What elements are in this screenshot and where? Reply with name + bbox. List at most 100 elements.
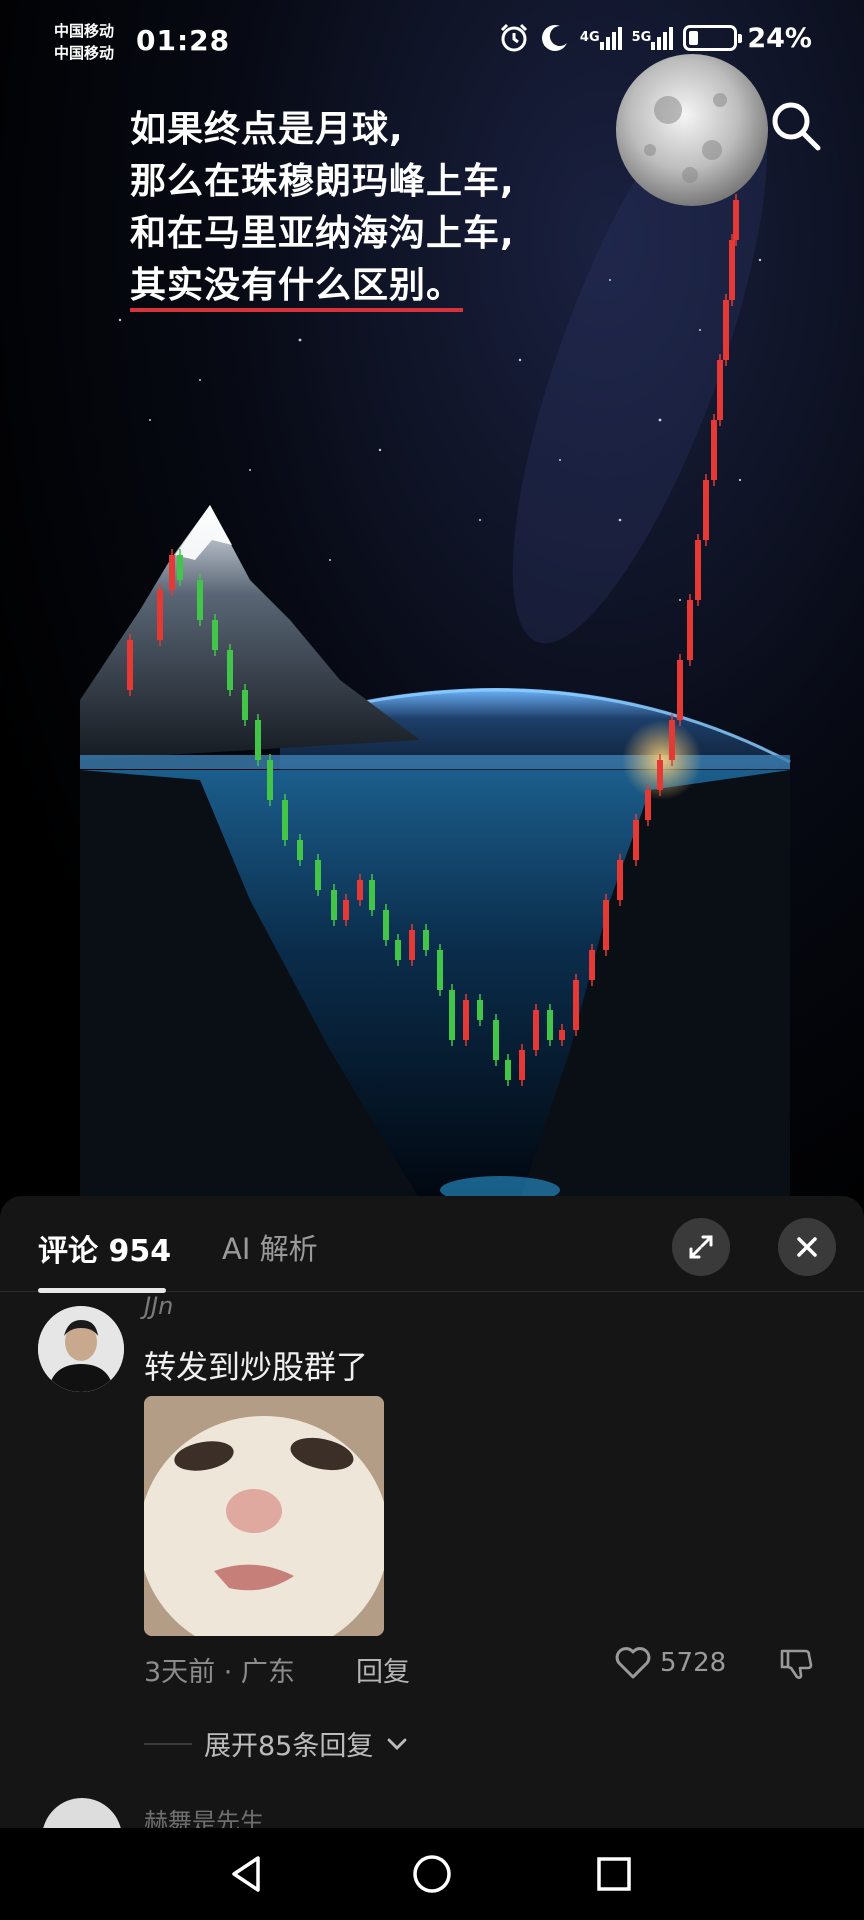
caption-line-4: 其实没有什么区别。: [130, 265, 464, 312]
candle-mark: [463, 1000, 469, 1040]
carrier-2: 中国移动: [54, 44, 115, 62]
home-icon: [413, 1855, 451, 1893]
carrier-1: 中国移动: [54, 22, 115, 40]
battery-icon: [683, 25, 743, 51]
candle-mark: [177, 555, 183, 580]
comment-image[interactable]: [144, 1396, 384, 1636]
search-icon: [772, 102, 821, 151]
candle-mark: [423, 930, 429, 950]
candle-mark: [717, 360, 723, 420]
candle-mark: [169, 555, 175, 590]
expand-replies-label: 展开85条回复: [204, 1731, 374, 1762]
candle-mark: [573, 980, 579, 1030]
candle-mark: [315, 860, 321, 890]
caption-line-2: 那么在珠穆朗玛峰上车,: [130, 161, 515, 202]
expand-replies-button[interactable]: 展开85条回复: [144, 1724, 409, 1763]
expand-icon: [689, 1235, 713, 1259]
dislike-button[interactable]: [778, 1646, 814, 1686]
candle-mark: [477, 1000, 483, 1020]
candle-mark: [703, 480, 709, 540]
candle-mark: [157, 590, 163, 640]
chevron-down-icon: [387, 1738, 407, 1750]
candle-mark: [633, 820, 639, 860]
candle-mark: [197, 580, 203, 620]
comment-username[interactable]: 赫舞是先生: [144, 1802, 264, 1828]
candle-mark: [383, 910, 389, 940]
candle-mark: [519, 1050, 525, 1080]
signal-icon-5g: 5G: [632, 26, 674, 50]
signal-icon: 4G: [580, 26, 622, 50]
thumbs-down-icon: [780, 1649, 813, 1679]
back-icon: [232, 1856, 260, 1892]
candle-mark: [677, 660, 683, 720]
caption-line-3: 和在马里亚纳海沟上车,: [130, 213, 515, 254]
close-icon: [797, 1237, 817, 1257]
candle-mark: [212, 620, 218, 650]
candle-mark: [357, 880, 363, 900]
candle-mark: [409, 930, 415, 960]
reply-button[interactable]: 回复: [356, 1650, 410, 1689]
candle-mark: [645, 790, 651, 820]
home-button[interactable]: [402, 1844, 462, 1904]
next-comment-item: 赫舞是先生: [0, 1798, 864, 1828]
comment-username[interactable]: JJn: [144, 1292, 173, 1320]
network-4g: 4G: [579, 30, 600, 45]
status-bar: 中国移动 中国移动 01:28 4G 5G 24%: [0, 0, 864, 80]
candle-mark: [282, 800, 288, 840]
candle-mark: [255, 720, 261, 760]
status-icons: 4G 5G 24%: [498, 22, 812, 54]
heart-icon: [615, 1647, 651, 1679]
navigation-bar: [0, 1828, 864, 1920]
caption-line-1: 如果终点是月球,: [130, 109, 404, 150]
poster-caption: 如果终点是月球, 那么在珠穆朗玛峰上车, 和在马里亚纳海沟上车, 其实没有什么区…: [130, 104, 515, 312]
candle-mark: [729, 240, 735, 300]
candle-mark: [657, 760, 663, 790]
candle-mark: [227, 650, 233, 690]
candle-mark: [687, 600, 693, 660]
candle-mark: [449, 990, 455, 1040]
back-button[interactable]: [218, 1844, 278, 1904]
carrier-labels: 中国移动 中国移动: [54, 20, 114, 64]
candle-mark: [617, 860, 623, 900]
candle-mark: [711, 420, 717, 480]
recent-apps-icon: [597, 1857, 631, 1891]
candle-mark: [267, 760, 273, 800]
candle-mark: [589, 950, 595, 980]
candle-mark: [493, 1020, 499, 1060]
moon-icon: [540, 23, 570, 53]
candle-mark: [331, 890, 337, 920]
clock: 01:28: [136, 24, 231, 57]
candle-mark: [395, 940, 401, 960]
avatar[interactable]: [38, 1306, 124, 1392]
candle-mark: [505, 1060, 511, 1080]
comment-time-location: 3天前 · 广东: [144, 1657, 295, 1688]
tab-ai-analysis[interactable]: AI 解析: [222, 1226, 318, 1268]
comment-text: 转发到炒股群了: [144, 1348, 369, 1386]
network-5g: 5G: [631, 30, 652, 45]
expand-button[interactable]: [672, 1218, 730, 1276]
candle-mark: [603, 900, 609, 950]
avatar[interactable]: [42, 1798, 122, 1828]
tab-comments[interactable]: 评论 954: [38, 1226, 171, 1270]
cat-meme-image: [144, 1396, 384, 1636]
candle-mark: [723, 300, 729, 360]
poster-image: 如果终点是月球, 那么在珠穆朗玛峰上车, 和在马里亚纳海沟上车, 其实没有什么区…: [0, 0, 864, 1200]
candle-mark: [297, 840, 303, 860]
recent-apps-button[interactable]: [584, 1844, 644, 1904]
comments-header: 评论 954 AI 解析: [0, 1196, 864, 1293]
candle-mark: [669, 720, 675, 760]
candle-mark: [547, 1010, 553, 1040]
search-button[interactable]: [766, 96, 826, 156]
like-button[interactable]: 5728: [614, 1646, 726, 1680]
like-count: 5728: [660, 1648, 727, 1678]
comments-panel: 评论 954 AI 解析 JJn 转发到炒股群了 3天前 · 广东 回复 572…: [0, 1196, 864, 1920]
candle-mark: [343, 900, 349, 920]
candle-mark: [733, 200, 739, 240]
close-button[interactable]: [778, 1218, 836, 1276]
divider: [144, 1742, 192, 1745]
candle-mark: [695, 540, 701, 600]
battery-percent: 24%: [747, 22, 812, 54]
candle-mark: [437, 950, 443, 990]
candle-mark: [559, 1030, 565, 1040]
candle-mark: [533, 1010, 539, 1050]
